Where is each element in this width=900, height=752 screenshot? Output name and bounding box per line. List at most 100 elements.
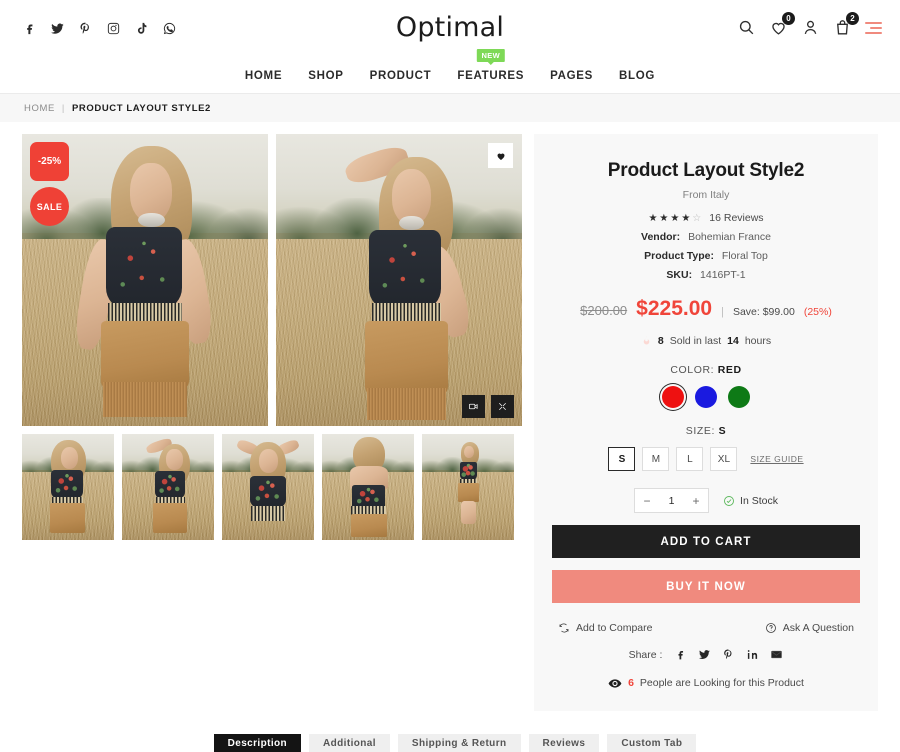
facebook-icon[interactable] <box>674 648 687 661</box>
nav-label: PRODUCT <box>369 69 432 82</box>
savings-label: Save: $99.00 <box>732 306 795 318</box>
breadcrumb-home[interactable]: HOME <box>24 103 55 114</box>
compare-icon <box>559 623 569 633</box>
color-label: COLOR: RED <box>552 364 860 376</box>
share-row: Share : <box>552 648 860 661</box>
add-to-compare-button[interactable]: Add to Compare <box>558 622 652 634</box>
check-circle-icon <box>724 495 734 506</box>
size-label-text: SIZE: <box>685 425 716 437</box>
compare-label: Add to Compare <box>576 622 653 634</box>
main-image-2[interactable] <box>276 134 522 426</box>
looking-count: 6 <box>628 677 634 689</box>
quantity-increase-button[interactable]: + <box>684 489 708 512</box>
nav-item-product[interactable]: PRODUCT <box>370 64 432 88</box>
ask-a-question-button[interactable]: Ask A Question <box>765 622 854 634</box>
wishlist-button[interactable] <box>488 143 513 168</box>
size-option-s[interactable]: S <box>608 447 636 471</box>
eye-icon <box>608 678 622 688</box>
thumbnail-4[interactable] <box>322 434 414 540</box>
looking-text: People are Looking for this Product <box>639 677 804 689</box>
cart-icon[interactable]: 2 <box>833 12 859 37</box>
thumbnail-2[interactable] <box>122 434 214 540</box>
nav-item-blog[interactable]: BLOG <box>619 64 655 88</box>
star-rating: ★★★★☆ <box>648 212 704 224</box>
stock-status: In Stock <box>723 495 778 507</box>
twitter-icon[interactable] <box>698 648 711 661</box>
price-block: $200.00 $225.00 | Save: $99.00 (25%) <box>552 297 860 321</box>
sold-mid-text: Sold in last <box>669 334 722 347</box>
nav-item-pages[interactable]: PAGES <box>550 64 593 88</box>
savings-percent: (25%) <box>803 306 832 318</box>
people-looking-row: 6 People are Looking for this Product <box>552 677 860 689</box>
tab-reviews[interactable]: Reviews <box>528 734 600 752</box>
meta-vendor: Vendor: Bohemian France <box>552 231 860 243</box>
current-price: $225.00 <box>636 297 713 320</box>
quantity-stepper: − 1 + <box>634 488 710 513</box>
tab-description[interactable]: Description <box>213 734 302 752</box>
size-guide-link[interactable]: SIZE GUIDE <box>750 454 803 464</box>
hamburger-icon[interactable] <box>865 21 882 34</box>
meta-key: SKU: <box>666 269 693 281</box>
gallery-tools <box>462 395 514 418</box>
quantity-decrease-button[interactable]: − <box>635 489 659 512</box>
price-separator: | <box>721 306 724 318</box>
main-image-1[interactable]: -25% SALE <box>22 134 268 426</box>
account-icon[interactable] <box>801 18 820 37</box>
flame-icon <box>643 335 650 345</box>
color-swatch-green[interactable] <box>728 386 750 408</box>
product-tabs: Description Additional Shipping & Return… <box>0 734 900 752</box>
tab-additional[interactable]: Additional <box>309 734 390 752</box>
color-label-text: COLOR: <box>670 364 715 376</box>
add-to-cart-button[interactable]: ADD TO CART <box>552 525 860 558</box>
search-icon[interactable] <box>737 18 756 37</box>
email-icon[interactable] <box>770 648 783 661</box>
meta-key: Product Type: <box>644 250 714 262</box>
expand-icon[interactable] <box>491 395 514 418</box>
quantity-row: − 1 + In Stock <box>552 488 860 513</box>
size-option-m[interactable]: M <box>642 447 670 471</box>
thumbnail-3[interactable] <box>222 434 314 540</box>
nav-label: FEATURES <box>457 69 525 82</box>
video-camera-icon[interactable] <box>462 395 485 418</box>
discount-badge: -25% <box>30 142 69 181</box>
size-option-l[interactable]: L <box>676 447 704 471</box>
product-page: -25% SALE Product Layout Style2 From Ita… <box>0 122 900 711</box>
product-origin: From Italy <box>682 189 730 201</box>
sold-counter: 8 Sold in last 14 hours <box>552 334 860 347</box>
size-option-xl[interactable]: XL <box>710 447 738 471</box>
promo-badges: -25% SALE <box>30 142 69 226</box>
nav-item-shop[interactable]: SHOP <box>308 64 343 88</box>
header-utilities: 0 2 <box>737 12 882 37</box>
size-selected: S <box>718 425 727 437</box>
sale-badge: SALE <box>30 187 69 226</box>
site-header: Optimal 0 2 <box>0 0 900 58</box>
product-photo <box>276 134 522 426</box>
thumbnail-5[interactable] <box>422 434 514 540</box>
original-price: $200.00 <box>580 303 628 318</box>
nav-label: SHOP <box>308 69 344 82</box>
main-image-row: -25% SALE <box>22 134 522 426</box>
share-label: Share : <box>628 648 663 661</box>
breadcrumb: HOME | PRODUCT LAYOUT STYLE2 <box>0 94 900 122</box>
buy-it-now-button[interactable]: BUY IT NOW <box>552 570 860 603</box>
tab-shipping-return[interactable]: Shipping & Return <box>397 734 521 752</box>
meta-value: 1416PT-1 <box>700 269 746 281</box>
breadcrumb-current: PRODUCT LAYOUT STYLE2 <box>71 102 211 114</box>
linkedin-icon[interactable] <box>746 648 759 661</box>
quantity-value[interactable]: 1 <box>659 495 684 507</box>
pinterest-icon[interactable] <box>722 648 735 661</box>
product-title: Product Layout Style2 <box>607 160 805 181</box>
nav-label: HOME <box>244 69 283 82</box>
thumbnail-1[interactable] <box>22 434 114 540</box>
color-swatch-blue[interactable] <box>695 386 717 408</box>
review-count[interactable]: 16 Reviews <box>709 212 763 224</box>
meta-value: Bohemian France <box>688 231 771 243</box>
color-swatch-red[interactable] <box>662 386 684 408</box>
rating-block: ★★★★☆ 16 Reviews <box>552 212 860 224</box>
wishlist-icon[interactable]: 0 <box>769 12 795 37</box>
nav-item-home[interactable]: HOME <box>245 64 282 88</box>
tab-custom[interactable]: Custom Tab <box>607 734 697 752</box>
nav-item-features[interactable]: NEW FEATURES <box>457 48 525 88</box>
sold-hours: 14 <box>727 334 739 347</box>
size-label: SIZE: S <box>552 425 860 437</box>
